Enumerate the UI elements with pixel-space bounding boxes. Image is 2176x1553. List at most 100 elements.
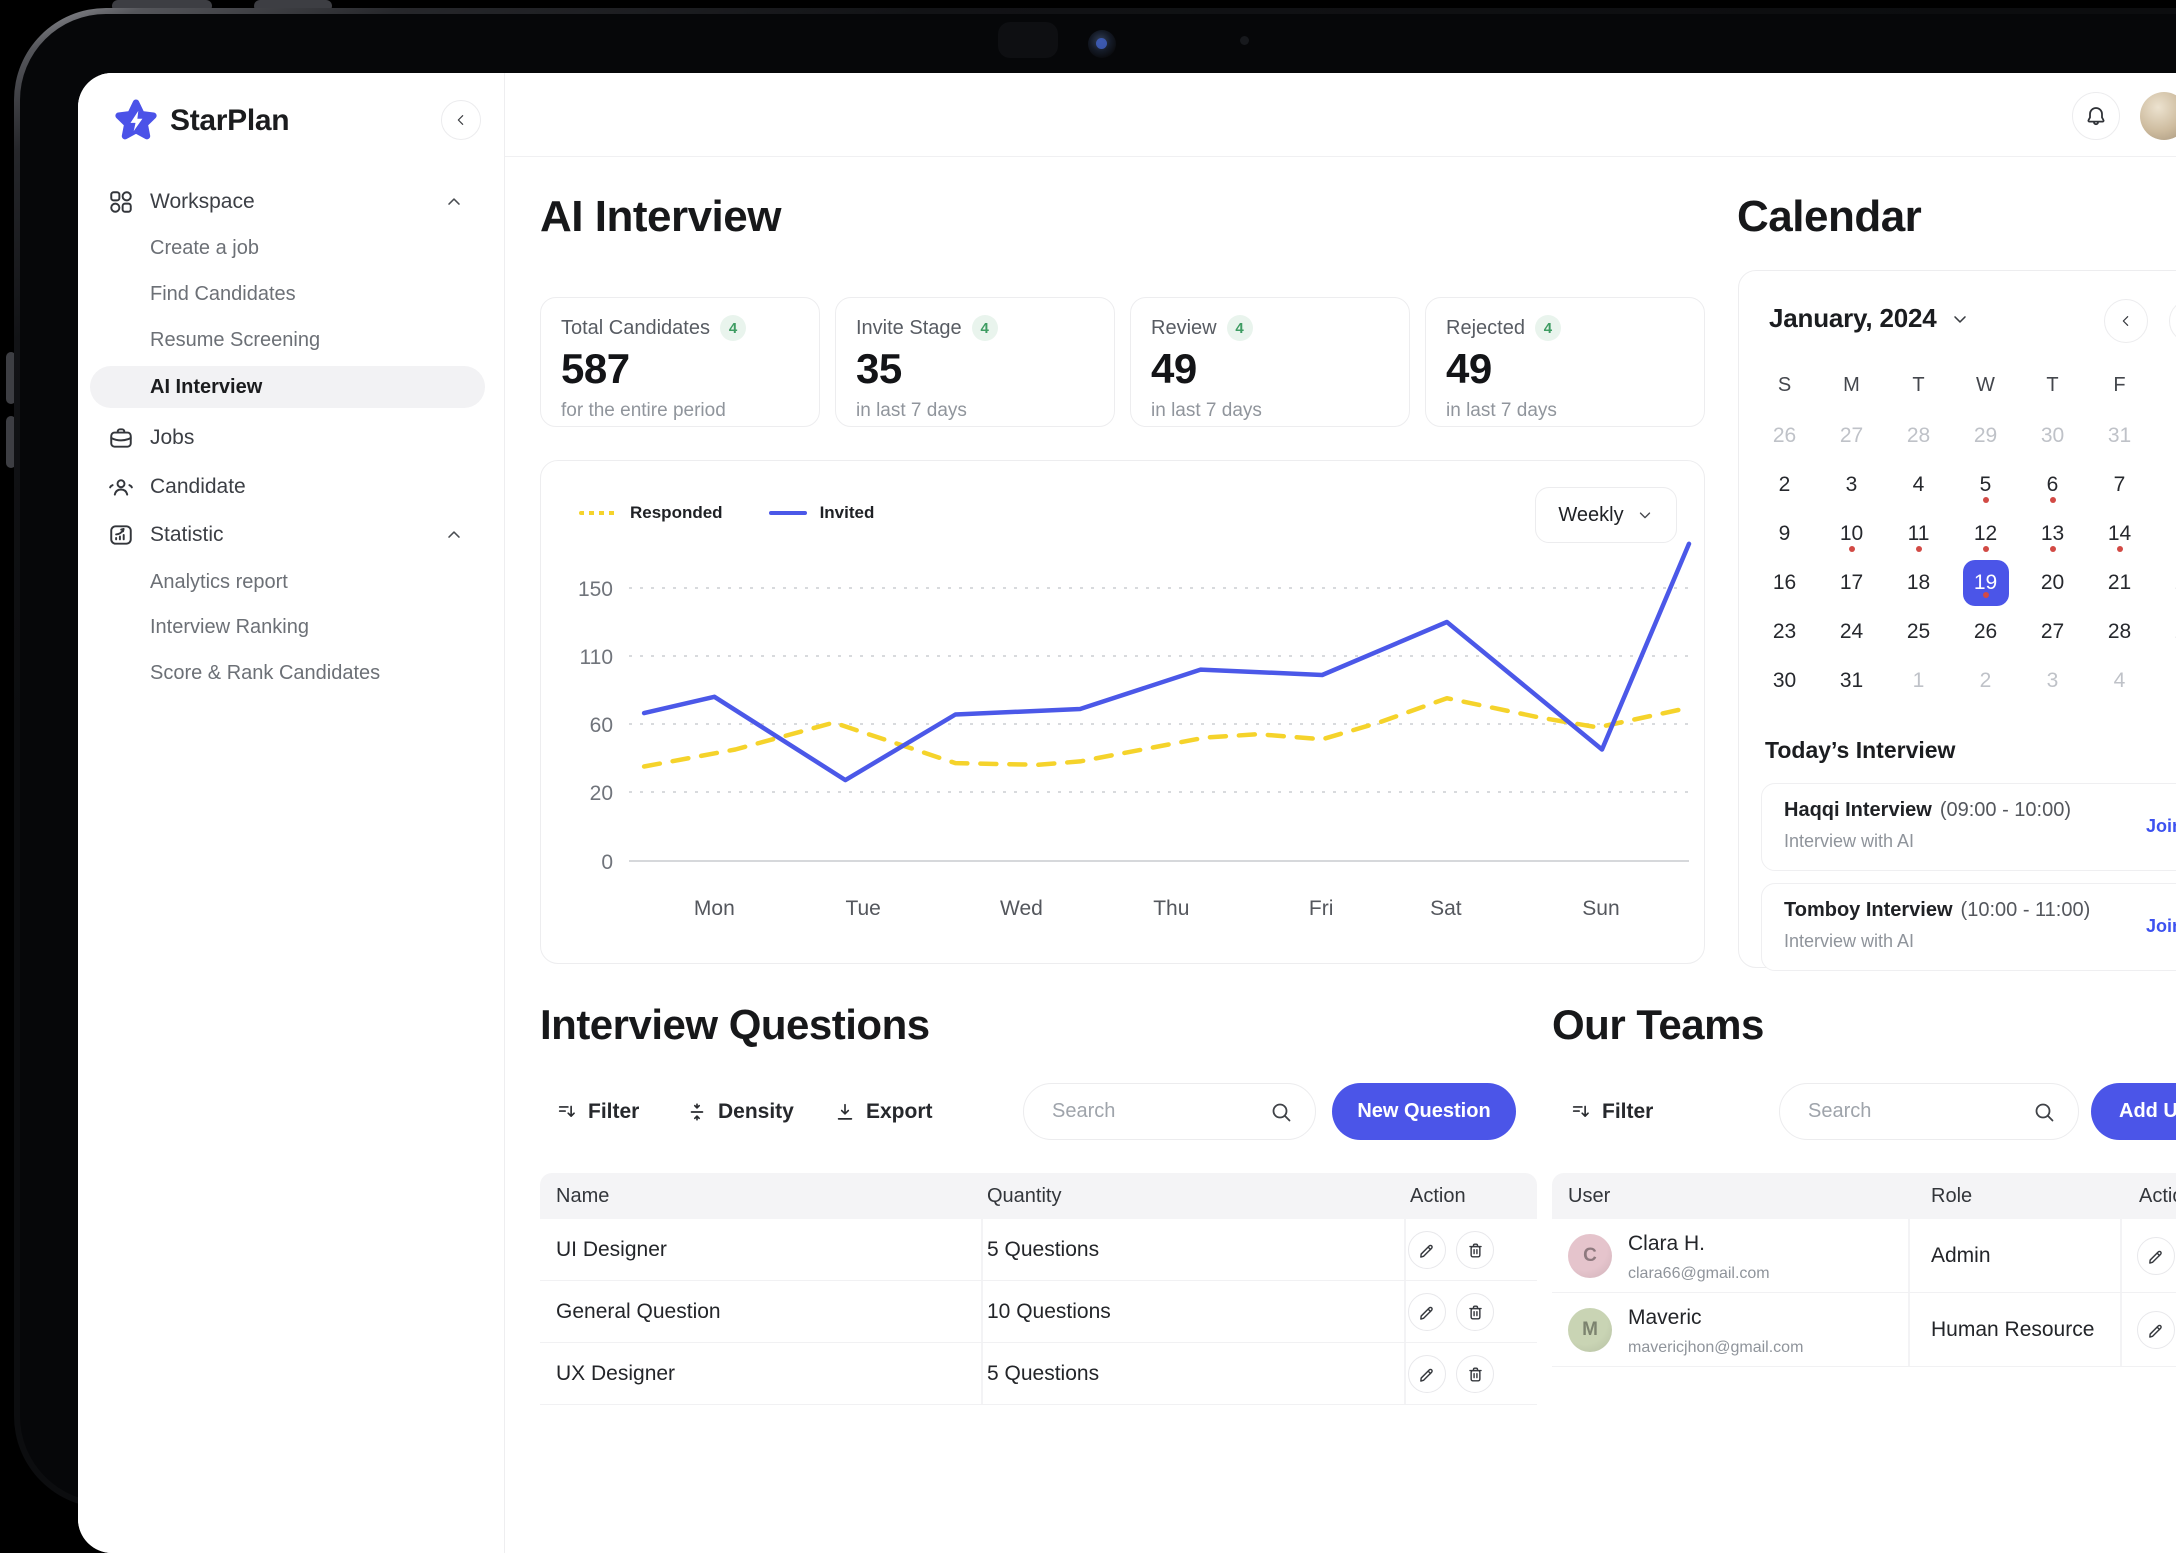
calendar-day-3[interactable]: 3	[2019, 656, 2086, 705]
calendar-day-12[interactable]: 12	[1952, 509, 2019, 558]
sidebar-item-ai-interview[interactable]: AI Interview	[78, 365, 505, 409]
calendar-day-8[interactable]: 8	[2153, 460, 2176, 509]
calendar-day-18[interactable]: 18	[1885, 558, 1952, 607]
calendar-day-29[interactable]: 29	[1952, 411, 2019, 460]
calendar-day-26[interactable]: 26	[1751, 411, 1818, 460]
interview-item-tomboy-interview: Tomboy Interview(10:00 - 11:00)Interview…	[1761, 883, 2176, 971]
our-teams-title: Our Teams	[1552, 999, 1764, 1051]
calendar-day-6[interactable]: 6	[2019, 460, 2086, 509]
search-input[interactable]	[1052, 1084, 1256, 1139]
calendar-day-4[interactable]: 4	[2086, 656, 2153, 705]
stat-card-review: Review449in last 7 days	[1130, 297, 1410, 427]
calendar-day-7[interactable]: 7	[2086, 460, 2153, 509]
calendar-day-15[interactable]: 15	[2153, 509, 2176, 558]
edit-button[interactable]	[1408, 1355, 1446, 1393]
stat-label: Total Candidates	[561, 317, 710, 340]
calendar-day-1[interactable]: 1	[2153, 411, 2176, 460]
calendar-day-5[interactable]: 5	[1952, 460, 2019, 509]
calendar-day-27[interactable]: 27	[2019, 607, 2086, 656]
calendar-day-30[interactable]: 30	[2019, 411, 2086, 460]
chevron-up-icon	[444, 525, 464, 545]
calendar-day-19[interactable]: 19	[1952, 558, 2019, 607]
user-email: mavericjhon@gmail.com	[1628, 1339, 1803, 1357]
sidebar-collapse-button[interactable]	[441, 100, 481, 140]
notifications-button[interactable]	[2072, 92, 2120, 140]
calendar-day-20[interactable]: 20	[2019, 558, 2086, 607]
sidebar-item-label: Find Candidates	[150, 283, 296, 306]
stat-badge: 4	[972, 315, 998, 341]
stat-caption: in last 7 days	[1446, 400, 1684, 422]
calendar-day-13[interactable]: 13	[2019, 509, 2086, 558]
calendar-prev-button[interactable]	[2104, 299, 2148, 343]
calendar-day-16[interactable]: 16	[1751, 558, 1818, 607]
calendar-day-30[interactable]: 30	[1751, 656, 1818, 705]
calendar-day-4[interactable]: 4	[1885, 460, 1952, 509]
calendar-day-10[interactable]: 10	[1818, 509, 1885, 558]
search-input[interactable]	[1808, 1084, 2017, 1139]
calendar-day-2[interactable]: 2	[1751, 460, 1818, 509]
user-name: Clara H.	[1628, 1232, 1705, 1256]
sidebar-item-analytics-report[interactable]: Analytics report	[78, 560, 505, 604]
day-number: 27	[2041, 620, 2064, 644]
delete-button[interactable]	[1456, 1293, 1494, 1331]
edit-button[interactable]	[1408, 1231, 1446, 1269]
calendar-day-28[interactable]: 28	[2086, 607, 2153, 656]
calendar-day-31[interactable]: 31	[1818, 656, 1885, 705]
sidebar-item-workspace[interactable]: Workspace	[78, 180, 505, 224]
calendar-next-button[interactable]	[2169, 299, 2176, 343]
add-user-button[interactable]: Add User	[2091, 1083, 2176, 1140]
edit-button[interactable]	[2137, 1311, 2175, 1349]
delete-button[interactable]	[1456, 1355, 1494, 1393]
brand-name: StarPlan	[170, 104, 289, 138]
sidebar-item-interview-ranking[interactable]: Interview Ranking	[78, 605, 505, 649]
edit-button[interactable]	[1408, 1293, 1446, 1331]
calendar-day-21[interactable]: 21	[2086, 558, 2153, 607]
sidebar-item-label: Create a job	[150, 237, 259, 260]
calendar-day-1[interactable]: 1	[1885, 656, 1952, 705]
calendar-day-31[interactable]: 31	[2086, 411, 2153, 460]
period-dropdown[interactable]: Weekly	[1535, 487, 1677, 543]
day-number: 14	[2108, 522, 2131, 546]
sidebar-item-score-rank-candidates[interactable]: Score & Rank Candidates	[78, 651, 505, 695]
calendar-day-17[interactable]: 17	[1818, 558, 1885, 607]
sidebar-item-create-a-job[interactable]: Create a job	[78, 226, 505, 270]
calendar-day-24[interactable]: 24	[1818, 607, 1885, 656]
join-meeting-link[interactable]: Join meeting	[2146, 916, 2176, 937]
calendar-day-23[interactable]: 23	[1751, 607, 1818, 656]
sidebar-item-resume-screening[interactable]: Resume Screening	[78, 318, 505, 362]
bell-icon	[2084, 104, 2108, 128]
calendar-day-5[interactable]: 5	[2153, 656, 2176, 705]
edit-button[interactable]	[2137, 1237, 2175, 1275]
join-meeting-link[interactable]: Join meeting	[2146, 816, 2176, 837]
filter-button[interactable]: Filter	[1570, 1083, 1653, 1140]
sidebar-item-jobs[interactable]: Jobs	[78, 416, 505, 460]
density-icon	[686, 1101, 708, 1123]
export-button[interactable]: Export	[834, 1083, 933, 1140]
sidebar-item-find-candidates[interactable]: Find Candidates	[78, 272, 505, 316]
day-header: F	[2086, 369, 2153, 401]
calendar-day-27[interactable]: 27	[1818, 411, 1885, 460]
calendar-day-25[interactable]: 25	[1885, 607, 1952, 656]
calendar-day-11[interactable]: 11	[1885, 509, 1952, 558]
density-button[interactable]: Density	[686, 1083, 794, 1140]
todays-interview-heading: Today’s Interview	[1765, 737, 1955, 764]
calendar-day-22[interactable]: 22	[2153, 558, 2176, 607]
calendar-day-14[interactable]: 14	[2086, 509, 2153, 558]
calendar-day-2[interactable]: 2	[1952, 656, 2019, 705]
new-question-button[interactable]: New Question	[1332, 1083, 1516, 1140]
sidebar-item-statistic[interactable]: Statistic	[78, 513, 505, 557]
briefcase-icon	[108, 425, 134, 451]
y-tick-label: 150	[578, 578, 613, 601]
calendar-day-28[interactable]: 28	[1885, 411, 1952, 460]
calendar-day-29[interactable]: 29	[2153, 607, 2176, 656]
calendar-day-3[interactable]: 3	[1818, 460, 1885, 509]
calendar-day-26[interactable]: 26	[1952, 607, 2019, 656]
filter-button[interactable]: Filter	[556, 1083, 639, 1140]
stat-label: Rejected	[1446, 317, 1525, 340]
delete-button[interactable]	[1456, 1231, 1494, 1269]
month-dropdown[interactable]: January, 2024	[1769, 303, 1970, 334]
day-of-week-headers: SMTWTFS	[1751, 369, 2176, 401]
calendar-day-9[interactable]: 9	[1751, 509, 1818, 558]
day-number: 25	[1907, 620, 1930, 644]
sidebar-item-candidate[interactable]: Candidate	[78, 465, 505, 509]
